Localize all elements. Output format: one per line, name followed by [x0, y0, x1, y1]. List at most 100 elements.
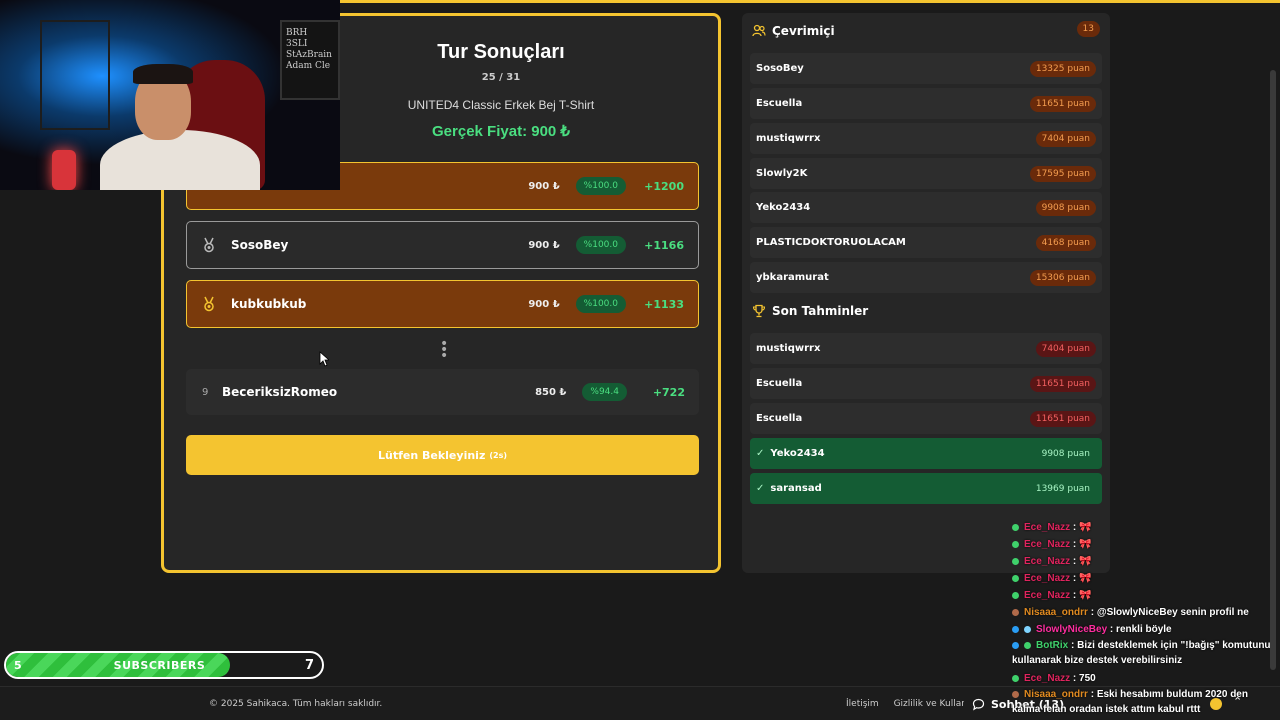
stream-chat-overlay: Ece_Nazz : 🎀 Ece_Nazz : 🎀 Ece_Nazz : 🎀 E…	[1012, 519, 1274, 719]
points-earned: +1166	[644, 238, 684, 252]
bronze-medal-icon	[204, 296, 214, 312]
chat-text: 🎀	[1079, 556, 1092, 567]
contact-link[interactable]: İletişim	[846, 699, 879, 709]
subscriber-current: 5	[14, 658, 22, 672]
online-user[interactable]: Slowly2K 17595 puan	[750, 158, 1102, 189]
online-title: Çevrimiçi	[772, 24, 835, 38]
chat-text: 750	[1079, 673, 1096, 684]
chat-message: Ece_Nazz : 🎀	[1012, 536, 1274, 553]
wait-timer: (2s)	[489, 450, 507, 460]
guess-price: 900 ₺	[528, 180, 560, 192]
chat-message: Nisaaa_ondrr : Eski hesabımı buldum 2020…	[1012, 689, 1248, 715]
points-earned: +722	[652, 385, 685, 399]
user-name: mustiqwrrx	[756, 133, 821, 144]
result-row-2: SosoBey 900 ₺ %100.0 +1166	[186, 221, 699, 269]
users-icon	[752, 24, 766, 37]
guess-item: mustiqwrrx 7404 puan	[750, 333, 1102, 364]
webcam-shelf	[40, 20, 110, 130]
guesses-title: Son Tahminler	[772, 304, 869, 318]
online-header: Çevrimiçi	[752, 21, 835, 41]
guess-price: 900 ₺	[528, 239, 560, 251]
chat-message: Ece_Nazz : 🎀	[1012, 570, 1274, 587]
user-score: 9908 puan	[1041, 448, 1090, 459]
verified-icon	[1024, 641, 1031, 649]
check-icon: ✓	[756, 448, 765, 459]
user-name: SosoBey	[756, 63, 804, 74]
chat-user: Ece_Nazz	[1024, 673, 1071, 684]
points-earned: +1133	[644, 297, 684, 311]
online-user[interactable]: mustiqwrrx 7404 puan	[750, 123, 1102, 154]
result-row-4: 9 BeceriksizRomeo 850 ₺ %94.4 +722	[186, 369, 699, 415]
please-wait-button[interactable]: Lütfen Bekleyiniz (2s)	[186, 435, 699, 475]
badge-icon	[1024, 625, 1031, 633]
subscriber-goal: 7	[304, 657, 314, 673]
chat-text: renkli böyle	[1116, 624, 1172, 635]
player-name: SosoBey	[231, 238, 289, 252]
badge-icon	[1012, 540, 1019, 548]
subscriber-label: SUBSCRIBERS	[113, 658, 206, 672]
chat-user: Ece_Nazz	[1024, 573, 1071, 584]
recent-guesses-header: Son Tahminler	[752, 301, 868, 321]
guess-price: 850 ₺	[535, 386, 567, 398]
chat-user: Nisaaa_ondrr	[1024, 689, 1088, 700]
points-earned: +1200	[644, 179, 684, 193]
user-score: 9908 puan	[1035, 199, 1096, 216]
chat-user: Nisaaa_ondrr	[1024, 607, 1088, 618]
more-results-icon[interactable]: • • •	[440, 337, 448, 363]
badge-icon	[1012, 591, 1019, 599]
chat-bubble-icon	[972, 698, 985, 711]
chat-message: Ece_Nazz : 🎀	[1012, 553, 1274, 570]
accuracy-badge: %100.0	[575, 236, 626, 254]
rank-number: 9	[202, 386, 209, 398]
online-user[interactable]: SosoBey 13325 puan	[750, 53, 1102, 84]
badge-icon	[1012, 574, 1019, 582]
user-score: 17595 puan	[1029, 165, 1096, 182]
scrollbar-thumb[interactable]	[1270, 70, 1276, 670]
guess-item: Escuella 11651 puan	[750, 368, 1102, 399]
copyright: © 2025 Sahikaca. Tüm hakları saklıdır.	[209, 699, 383, 709]
guess-item-correct: ✓ saransad 13969 puan	[750, 473, 1102, 504]
streamer-hair	[133, 64, 193, 84]
chat-user: Ece_Nazz	[1024, 539, 1071, 550]
user-score: 7404 puan	[1035, 340, 1096, 357]
chat-message: SlowlyNiceBey : renkli böyle	[1012, 621, 1274, 638]
user-name: Slowly2K	[756, 168, 808, 179]
chat-text: 🎀	[1079, 522, 1092, 533]
chat-user: BotRix	[1036, 640, 1069, 651]
user-score: 7404 puan	[1035, 130, 1096, 147]
user-name: Yeko2434	[770, 448, 825, 459]
user-name: ybkaramurat	[756, 272, 829, 283]
online-count-badge: 13	[1076, 21, 1100, 37]
user-name: Escuella	[756, 98, 803, 109]
chat-user: Ece_Nazz	[1024, 522, 1071, 533]
badge-icon	[1012, 690, 1019, 698]
badge-icon	[1012, 523, 1019, 531]
user-name: saransad	[770, 483, 822, 494]
webcam-chalkboard: BRH 3SLI StAzBrain Adam Cle	[280, 20, 340, 100]
chat-user: SlowlyNiceBey	[1036, 624, 1108, 635]
badge-icon	[1012, 625, 1019, 633]
webcam-lamp	[52, 150, 76, 190]
user-score: 11651 puan	[1029, 375, 1096, 392]
chat-message: Ece_Nazz : 🎀	[1012, 587, 1274, 604]
online-user[interactable]: Yeko2434 9908 puan	[750, 192, 1102, 223]
guess-item-correct: ✓ Yeko2434 9908 puan	[750, 438, 1102, 469]
online-user[interactable]: PLASTICDOKTORUOLACAM 4168 puan	[750, 227, 1102, 258]
page-scrollbar[interactable]	[1270, 60, 1276, 700]
chat-text: 🎀	[1079, 539, 1092, 550]
user-name: Escuella	[756, 378, 803, 389]
subscriber-goal-bar: 5 SUBSCRIBERS 7	[4, 651, 324, 679]
online-user[interactable]: Escuella 11651 puan	[750, 88, 1102, 119]
trophy-icon	[752, 304, 766, 318]
chat-user: Ece_Nazz	[1024, 590, 1071, 601]
online-user[interactable]: ybkaramurat 15306 puan	[750, 262, 1102, 293]
chat-message: Ece_Nazz : 🎀	[1012, 519, 1274, 536]
user-score: 11651 puan	[1029, 410, 1096, 427]
user-score: 15306 puan	[1029, 269, 1096, 286]
streamer-webcam: BRH 3SLI StAzBrain Adam Cle	[0, 0, 340, 190]
guess-price: 900 ₺	[528, 298, 560, 310]
chat-message: Nisaaa_ondrr : @SlowlyNiceBey senin prof…	[1012, 604, 1274, 621]
accuracy-badge: %94.4	[582, 383, 627, 401]
mouse-cursor-icon	[319, 351, 329, 367]
player-name: kubkubkub	[231, 297, 307, 311]
